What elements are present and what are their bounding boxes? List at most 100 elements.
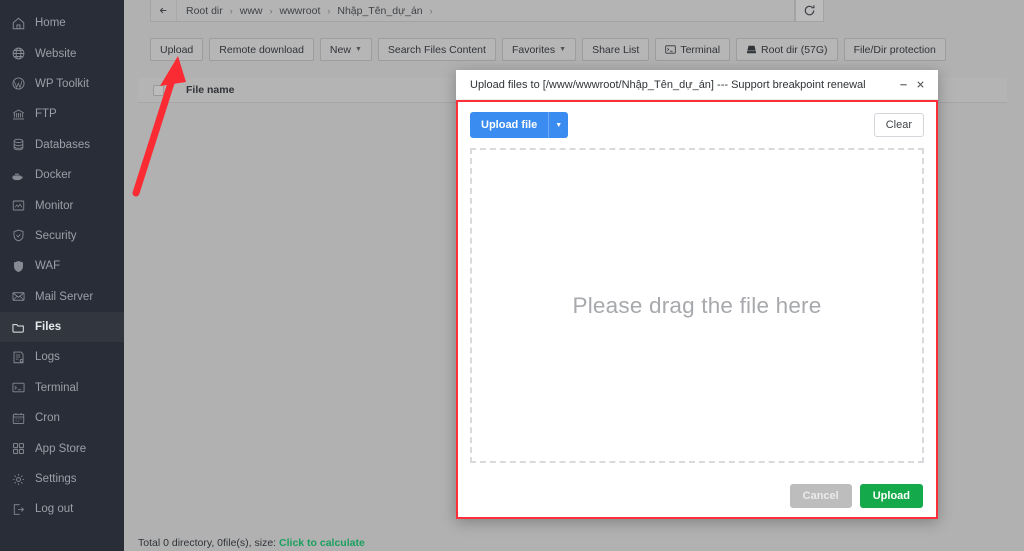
sidebar-item-label: Log out xyxy=(35,503,74,516)
gear-icon xyxy=(11,472,26,487)
sidebar-item-label: Terminal xyxy=(35,381,79,394)
dialog-footer: Cancel Upload xyxy=(789,484,923,508)
breadcrumb-items: Root dir › www › wwwroot › Nhập_Tên_dự_á… xyxy=(177,0,440,21)
dialog-upload-button[interactable]: Upload xyxy=(859,484,923,508)
sidebar-item-wp-toolkit[interactable]: WP Toolkit xyxy=(0,69,124,99)
dialog-body: Upload file ▼ Clear Please drag the file… xyxy=(456,100,938,519)
logout-icon xyxy=(11,502,26,517)
toolbar-button-label: Remote download xyxy=(219,43,304,56)
wordpress-icon xyxy=(11,76,26,91)
search-files-content-button[interactable]: Search Files Content xyxy=(377,38,496,61)
sidebar-item-ftp[interactable]: FTP xyxy=(0,99,124,129)
root-dir-size-button[interactable]: Root dir (57G) xyxy=(736,38,838,61)
sidebar-item-log-out[interactable]: Log out xyxy=(0,494,124,524)
file-dropzone[interactable]: Please drag the file here xyxy=(470,148,924,463)
breadcrumb-item-root-dir[interactable]: Root dir xyxy=(186,5,223,17)
ftp-icon xyxy=(11,107,26,122)
upload-file-group: Upload file ▼ xyxy=(470,112,569,138)
sidebar-item-terminal[interactable]: Terminal xyxy=(0,373,124,403)
chevron-down-icon[interactable]: ▼ xyxy=(548,112,569,138)
sidebar-item-website[interactable]: Website xyxy=(0,38,124,68)
toolbar-button-label: Share List xyxy=(592,43,640,56)
upload-dialog: Upload files to [/www/wwwroot/Nhập_Tên_d… xyxy=(456,70,938,519)
dialog-title: Upload files to [/www/wwwroot/Nhập_Tên_d… xyxy=(470,78,866,91)
dropzone-label: Please drag the file here xyxy=(572,292,822,318)
breadcrumb-item-project[interactable]: Nhập_Tên_dự_án xyxy=(337,5,422,17)
sidebar-item-files[interactable]: Files xyxy=(0,311,124,343)
file-dir-protection-button[interactable]: File/Dir protection xyxy=(843,38,946,61)
column-header-file-name: File name xyxy=(186,84,235,96)
clear-button[interactable]: Clear xyxy=(873,113,924,137)
monitor-icon xyxy=(11,198,26,213)
upload-file-button[interactable]: Upload file xyxy=(470,112,549,138)
toolbar-button-label: File/Dir protection xyxy=(853,43,936,56)
sidebar-item-home[interactable]: Home xyxy=(0,8,124,38)
shield-icon xyxy=(11,228,26,243)
toolbar-button-label: Upload xyxy=(160,43,194,56)
sidebar-item-label: App Store xyxy=(35,442,87,455)
docker-icon xyxy=(11,168,26,183)
breadcrumb-separator: › xyxy=(229,5,233,16)
sidebar-item-databases[interactable]: Databases xyxy=(0,130,124,160)
favorites-button[interactable]: Favorites ▼ xyxy=(501,38,577,61)
sidebar-item-label: Mail Server xyxy=(35,290,94,303)
breadcrumb-item-wwwroot[interactable]: wwwroot xyxy=(280,5,321,17)
status-bar: Total 0 directory, 0file(s), size: Click… xyxy=(138,537,365,549)
close-icon[interactable] xyxy=(912,75,929,95)
breadcrumb-item-www[interactable]: www xyxy=(240,5,263,17)
home-icon xyxy=(11,16,26,31)
toolbar-button-label: New xyxy=(329,43,351,56)
sidebar-item-label: Security xyxy=(35,229,77,242)
grid-icon xyxy=(11,441,26,456)
mail-icon xyxy=(11,289,26,304)
sidebar-item-logs[interactable]: Logs xyxy=(0,342,124,372)
disk-icon xyxy=(746,44,757,55)
breadcrumb-separator: › xyxy=(269,5,273,16)
status-text: Total 0 directory, 0file(s), size: xyxy=(138,537,277,549)
sidebar-item-waf[interactable]: WAF xyxy=(0,251,124,281)
sidebar-item-label: Cron xyxy=(35,412,60,425)
minimize-icon[interactable] xyxy=(895,75,912,95)
breadcrumb: Root dir › www › wwwroot › Nhập_Tên_dự_á… xyxy=(150,0,795,22)
breadcrumb-separator: › xyxy=(429,5,433,16)
chevron-down-icon: ▼ xyxy=(559,46,567,53)
toolbar-button-label: Terminal xyxy=(680,43,721,56)
sidebar-item-label: Settings xyxy=(35,473,77,486)
globe-icon xyxy=(11,46,26,61)
sidebar-item-label: Logs xyxy=(35,351,60,364)
terminal-icon xyxy=(665,44,677,55)
sidebar-item-label: Website xyxy=(35,47,77,60)
sidebar-item-app-store[interactable]: App Store xyxy=(0,433,124,463)
click-to-calculate-link[interactable]: Click to calculate xyxy=(279,537,365,549)
sidebar-item-label: Databases xyxy=(35,138,90,151)
share-list-button[interactable]: Share List xyxy=(582,38,650,61)
sidebar-item-label: Monitor xyxy=(35,199,74,212)
sidebar-item-monitor[interactable]: Monitor xyxy=(0,190,124,220)
breadcrumb-separator: › xyxy=(327,5,331,16)
calendar-icon xyxy=(11,411,26,426)
sidebar-item-docker[interactable]: Docker xyxy=(0,160,124,190)
upload-button[interactable]: Upload xyxy=(150,38,204,61)
dialog-title-bar: Upload files to [/www/wwwroot/Nhập_Tên_d… xyxy=(456,70,938,100)
toolbar-button-label: Root dir (57G) xyxy=(761,43,828,56)
arrow-left-icon[interactable] xyxy=(151,0,177,21)
toolbar-button-label: Favorites xyxy=(511,43,556,56)
sidebar-item-cron[interactable]: Cron xyxy=(0,403,124,433)
sidebar-item-label: Docker xyxy=(35,169,72,182)
folder-icon xyxy=(11,320,26,335)
terminal-button[interactable]: Terminal xyxy=(655,38,731,61)
cancel-button[interactable]: Cancel xyxy=(789,484,852,508)
new-button[interactable]: New ▼ xyxy=(319,38,372,61)
terminal-icon xyxy=(11,380,26,395)
sidebar-item-security[interactable]: Security xyxy=(0,221,124,251)
refresh-icon[interactable] xyxy=(795,0,824,22)
chevron-down-icon: ▼ xyxy=(354,46,362,53)
sidebar-item-label: FTP xyxy=(35,108,57,121)
database-icon xyxy=(11,137,26,152)
log-icon xyxy=(11,350,26,365)
sidebar-item-label: WP Toolkit xyxy=(35,77,89,90)
sidebar-item-mail-server[interactable]: Mail Server xyxy=(0,282,124,312)
sidebar-item-settings[interactable]: Settings xyxy=(0,464,124,494)
select-all-checkbox[interactable] xyxy=(153,84,164,96)
remote-download-button[interactable]: Remote download xyxy=(209,38,314,61)
